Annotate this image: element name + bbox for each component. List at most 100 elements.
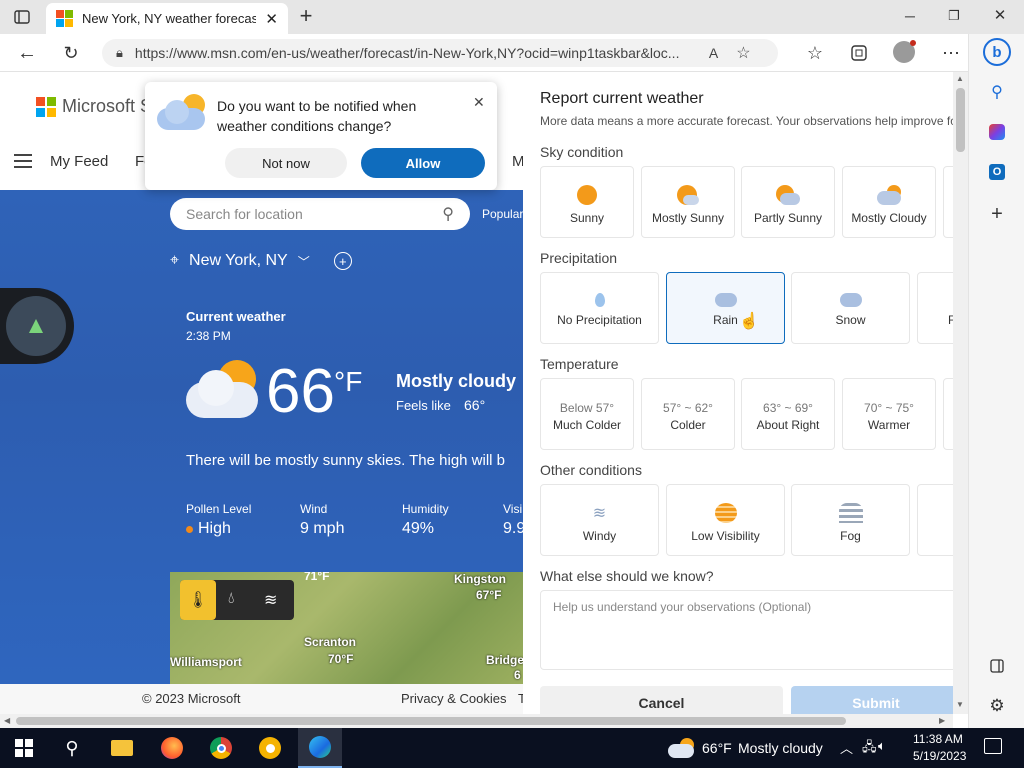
sidebar-layout-icon[interactable]: [987, 656, 1007, 676]
add-location-icon[interactable]: +: [333, 252, 352, 270]
scroll-up-icon[interactable]: ▲: [956, 74, 964, 83]
nav-my-feed[interactable]: My Feed: [50, 153, 108, 170]
sky-option-mostly-sunny[interactable]: Mostly Sunny: [641, 166, 735, 238]
report-weather-panel: Report current weather More data means a…: [523, 72, 953, 714]
search-sidebar-icon[interactable]: ⚲: [987, 82, 1007, 102]
sky-option-partly-sunny[interactable]: Partly Sunny: [741, 166, 835, 238]
horizontal-scrollbar[interactable]: ◀ ▶: [0, 714, 953, 728]
precip-option-rain[interactable]: Rain ☝: [666, 272, 785, 344]
vertical-scroll-thumb[interactable]: [956, 88, 965, 152]
start-button[interactable]: [8, 732, 40, 764]
wind-label: Wind: [300, 502, 328, 516]
file-explorer-icon[interactable]: [106, 732, 138, 764]
taskbar-time[interactable]: 11:38 AM: [913, 732, 963, 746]
new-tab-icon[interactable]: +: [296, 3, 316, 28]
read-aloud-icon[interactable]: A: [709, 45, 718, 61]
privacy-link[interactable]: Privacy & Cookies: [401, 691, 506, 706]
forecast-summary: There will be mostly sunny skies. The hi…: [186, 452, 506, 469]
temp-option-about-right[interactable]: 63° ~ 69° About Right: [741, 378, 835, 450]
scroll-left-icon[interactable]: ◀: [4, 716, 10, 725]
wind-layer-icon[interactable]: ≋: [264, 590, 277, 610]
allow-button[interactable]: Allow: [361, 148, 485, 178]
weather-map[interactable]: 🌡︎ 💧︎ ≋ 71°F Kingston 67°F Scranton 70°F…: [170, 572, 523, 690]
edge-taskbar-icon[interactable]: [298, 728, 342, 768]
notifications-icon[interactable]: [984, 738, 1002, 754]
sky-option-mostly-cloudy[interactable]: Mostly Cloudy: [842, 166, 936, 238]
pollen-value-row: High: [186, 520, 231, 538]
page-footer: © 2023 Microsoft Privacy & Cookies T: [0, 684, 526, 714]
temp-option-much-colder[interactable]: Below 57° Much Colder: [540, 378, 634, 450]
vertical-scrollbar[interactable]: ▲ ▼: [953, 72, 968, 714]
hamburger-menu-icon[interactable]: [14, 154, 32, 168]
profile-avatar[interactable]: [892, 40, 916, 64]
microsoft-logo-icon: [36, 96, 56, 117]
volume-icon[interactable]: 🔈︎: [878, 738, 886, 754]
taskbar-search-icon[interactable]: ⚲: [56, 732, 88, 764]
close-window-icon[interactable]: ✕: [992, 7, 1008, 24]
bing-chat-icon[interactable]: b: [983, 38, 1011, 66]
sky-option-more[interactable]: [943, 166, 953, 238]
refresh-icon[interactable]: ↻: [60, 42, 82, 64]
scroll-right-icon[interactable]: ▶: [939, 716, 945, 725]
precip-option-snow[interactable]: Snow: [791, 272, 910, 344]
collections-icon[interactable]: [848, 42, 870, 64]
other-option-more[interactable]: [917, 484, 953, 556]
browser-tab[interactable]: New York, NY weather forecast | M ✕: [46, 3, 288, 34]
add-sidebar-app-icon[interactable]: +: [987, 203, 1007, 225]
temp-option-more[interactable]: [943, 378, 953, 450]
cancel-button[interactable]: Cancel: [540, 686, 783, 714]
restore-icon[interactable]: ❐: [946, 8, 962, 24]
locate-icon[interactable]: ⌖: [170, 252, 179, 270]
not-now-button[interactable]: Not now: [225, 148, 347, 178]
other-option-windy[interactable]: ≋ Windy: [540, 484, 659, 556]
popular-link[interactable]: Popular: [482, 207, 523, 221]
precip-option-f[interactable]: F: [917, 272, 953, 344]
sidebar-settings-icon[interactable]: ⚙: [987, 696, 1007, 716]
taskbar-weather-condition[interactable]: Mostly cloudy: [738, 740, 823, 756]
outlook-icon[interactable]: O: [987, 162, 1007, 182]
taskbar-date[interactable]: 5/19/2023: [913, 749, 966, 763]
temp-range: 63° ~ 69°: [763, 401, 813, 415]
more-menu-icon[interactable]: ⋯: [940, 42, 962, 64]
location-selector[interactable]: ⌖ New York, NY ﹀ +: [170, 252, 352, 270]
wind-value: 9 mph: [300, 520, 345, 537]
temperature-layer-icon[interactable]: 🌡︎: [180, 580, 216, 620]
observations-textarea[interactable]: Help us understand your observations (Op…: [540, 590, 953, 670]
back-icon[interactable]: ←: [16, 42, 38, 64]
taskbar-weather-temp[interactable]: 66°F: [702, 740, 732, 756]
temp-unit[interactable]: °F: [334, 366, 362, 398]
precipitation-layer-icon[interactable]: 💧︎: [228, 590, 234, 608]
address-bar[interactable]: 🔒︎ https://www.msn.com/en-us/weather/for…: [102, 39, 778, 67]
temp-option-warmer[interactable]: 70° ~ 75° Warmer: [842, 378, 936, 450]
horizontal-scroll-thumb[interactable]: [16, 717, 846, 725]
tab-actions-icon[interactable]: [12, 8, 32, 26]
precip-option-none[interactable]: No Precipitation: [540, 272, 659, 344]
other-option-low-visibility[interactable]: Low Visibility: [666, 484, 785, 556]
close-tab-icon[interactable]: ✕: [265, 10, 278, 28]
network-icon[interactable]: 🖧︎: [862, 738, 877, 760]
microsoft-start-logo[interactable]: Microsoft St: [36, 96, 157, 117]
chrome-canary-icon[interactable]: [254, 732, 286, 764]
floating-tree-widget[interactable]: ▲: [0, 288, 74, 364]
show-hidden-icons-icon[interactable]: ︿: [840, 738, 853, 757]
location-search-input[interactable]: Search for location ⚲: [170, 198, 470, 230]
map-label-top-temp: 71°F: [304, 572, 330, 583]
close-popup-icon[interactable]: ✕: [473, 94, 485, 111]
other-option-fog[interactable]: Fog: [791, 484, 910, 556]
taskbar-weather-icon[interactable]: [668, 738, 696, 758]
search-icon[interactable]: ⚲: [442, 204, 454, 224]
sky-label: Partly Sunny: [753, 211, 823, 225]
sky-option-sunny[interactable]: Sunny: [540, 166, 634, 238]
scroll-down-icon[interactable]: ▼: [956, 700, 964, 709]
submit-button[interactable]: Submit: [791, 686, 953, 714]
chrome-icon[interactable]: [205, 732, 237, 764]
location-name: New York, NY: [189, 252, 288, 269]
temp-option-colder[interactable]: 57° ~ 62° Colder: [641, 378, 735, 450]
add-favorite-icon[interactable]: ☆: [736, 43, 750, 63]
rain-icon: [714, 293, 737, 307]
firefox-icon[interactable]: [156, 732, 188, 764]
favorites-icon[interactable]: ☆: [804, 42, 826, 64]
humidity-label: Humidity: [402, 502, 449, 516]
minimize-icon[interactable]: ─: [902, 8, 918, 24]
office-icon[interactable]: [987, 122, 1007, 142]
